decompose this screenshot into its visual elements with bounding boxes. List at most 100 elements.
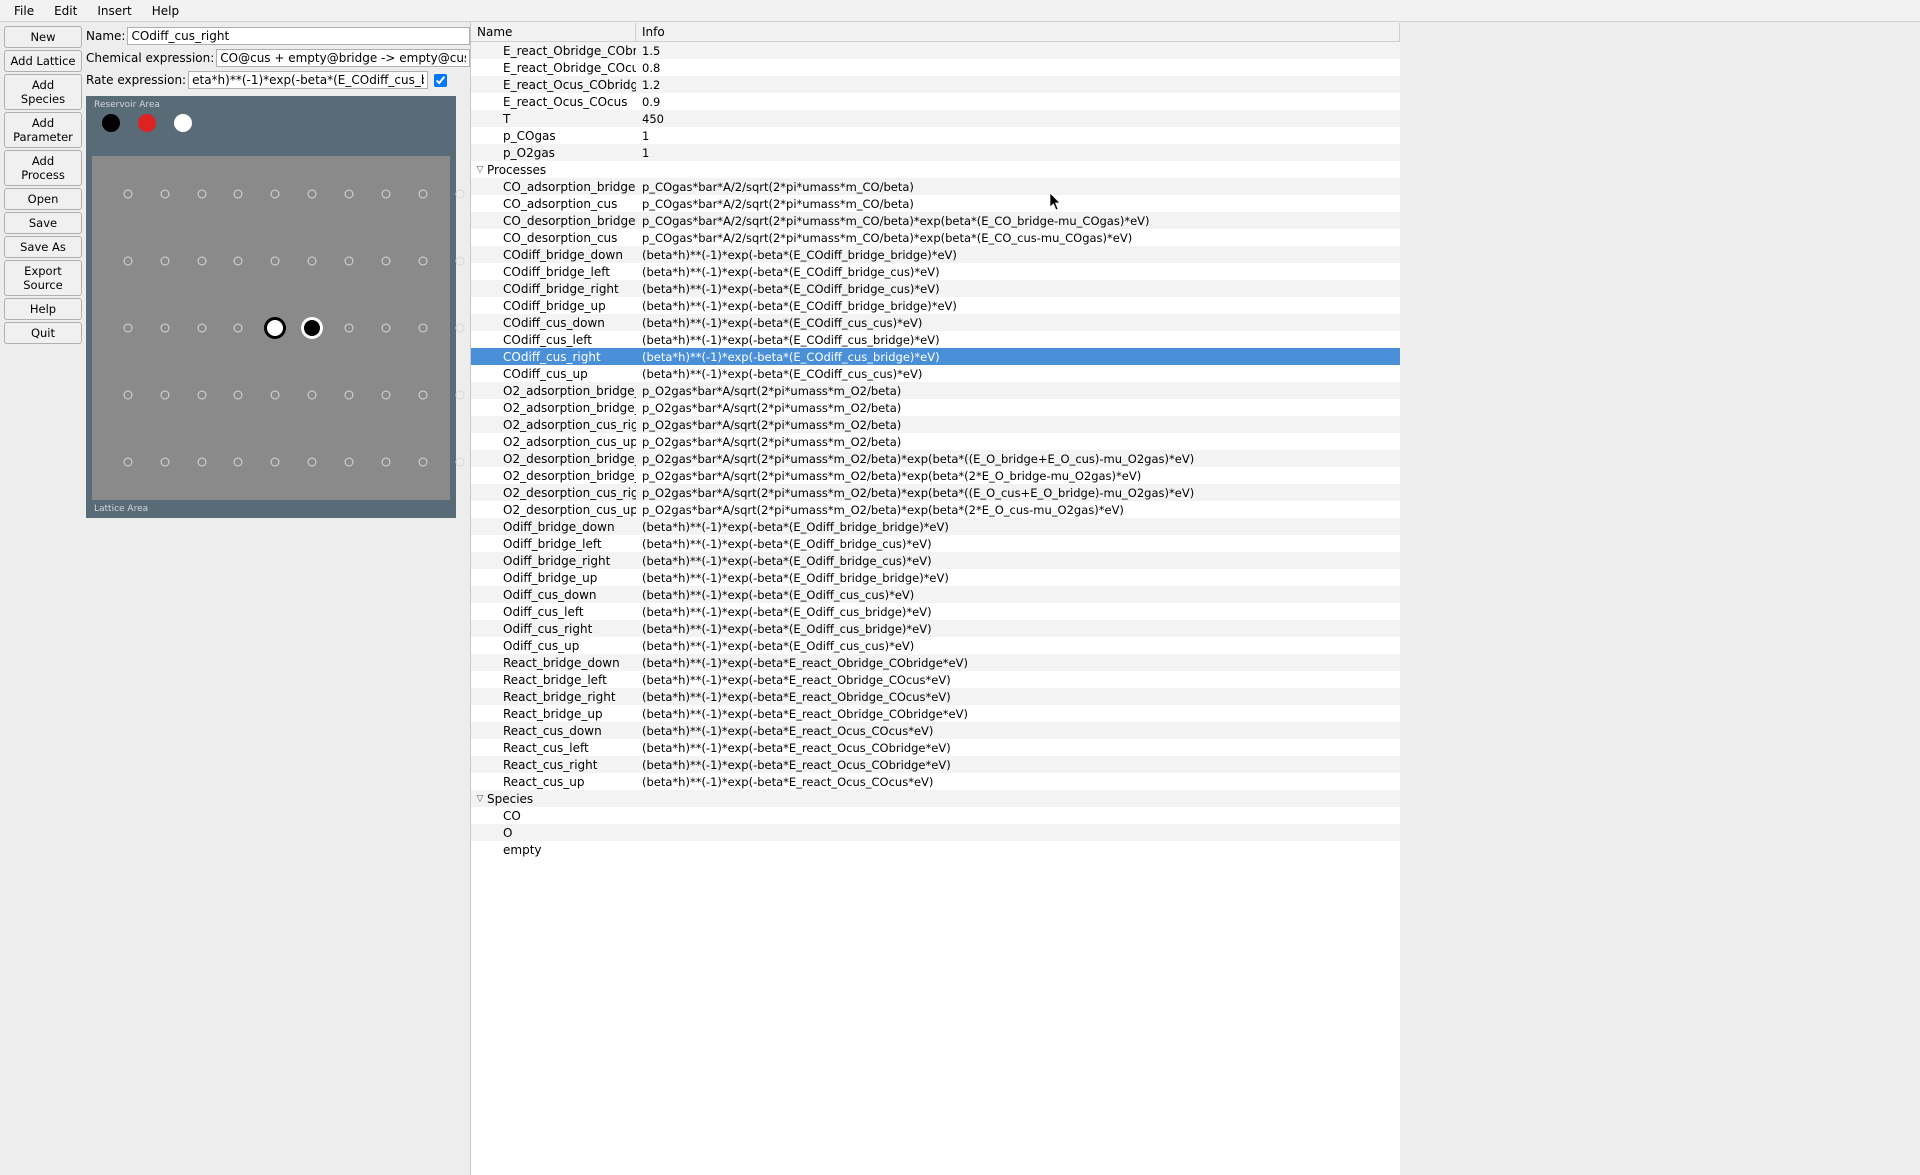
lattice-site[interactable] bbox=[308, 189, 317, 198]
lattice-site[interactable] bbox=[271, 391, 280, 400]
tree-row[interactable]: COdiff_bridge_right(beta*h)**(-1)*exp(-b… bbox=[471, 280, 1400, 297]
lattice-site[interactable] bbox=[271, 256, 280, 265]
lattice-site[interactable] bbox=[123, 324, 132, 333]
tree-row[interactable]: COdiff_cus_up(beta*h)**(-1)*exp(-beta*(E… bbox=[471, 365, 1400, 382]
species-dot-black[interactable] bbox=[102, 114, 120, 132]
tree-row[interactable]: COdiff_bridge_up(beta*h)**(-1)*exp(-beta… bbox=[471, 297, 1400, 314]
lattice-site[interactable] bbox=[455, 324, 464, 333]
tree-row[interactable]: E_react_Ocus_CObridge1.2 bbox=[471, 76, 1400, 93]
lattice-site[interactable] bbox=[197, 458, 206, 467]
lattice-site[interactable] bbox=[345, 458, 354, 467]
lattice-site[interactable] bbox=[197, 324, 206, 333]
quit-button[interactable]: Quit bbox=[4, 322, 82, 344]
tree-row[interactable]: p_COgas1 bbox=[471, 127, 1400, 144]
tree-row[interactable]: empty bbox=[471, 841, 1400, 858]
lattice-site[interactable] bbox=[123, 458, 132, 467]
lattice-site[interactable] bbox=[197, 189, 206, 198]
lattice-site[interactable] bbox=[197, 256, 206, 265]
tree-row[interactable]: COdiff_cus_right(beta*h)**(-1)*exp(-beta… bbox=[471, 348, 1400, 365]
lattice-site[interactable] bbox=[234, 391, 243, 400]
save-button[interactable]: Save bbox=[4, 212, 82, 234]
save-as-button[interactable]: Save As bbox=[4, 236, 82, 258]
tree-row[interactable]: O2_adsorption_cus_upp_O2gas*bar*A/sqrt(2… bbox=[471, 433, 1400, 450]
rate-expression-checkbox[interactable] bbox=[434, 74, 447, 87]
tree-row[interactable]: O2_desorption_cus_upp_O2gas*bar*A/sqrt(2… bbox=[471, 501, 1400, 518]
lattice-site[interactable] bbox=[160, 256, 169, 265]
tree-row[interactable]: React_bridge_right(beta*h)**(-1)*exp(-be… bbox=[471, 688, 1400, 705]
lattice-site[interactable] bbox=[345, 256, 354, 265]
lattice-site[interactable] bbox=[345, 324, 354, 333]
tree-category[interactable]: ▽Species bbox=[471, 790, 1400, 807]
lattice-site[interactable] bbox=[197, 391, 206, 400]
lattice-site[interactable] bbox=[418, 324, 427, 333]
tree-row[interactable]: E_react_Obridge_COcus0.8 bbox=[471, 59, 1400, 76]
tree-row[interactable]: E_react_Obridge_CObridge1.5 bbox=[471, 42, 1400, 59]
lattice-site[interactable] bbox=[418, 458, 427, 467]
tree-row[interactable]: CO bbox=[471, 807, 1400, 824]
lattice-site[interactable] bbox=[455, 458, 464, 467]
tree-row[interactable]: O2_desorption_bridge_rightp_O2gas*bar*A/… bbox=[471, 450, 1400, 467]
tree-row[interactable]: T450 bbox=[471, 110, 1400, 127]
lattice-site[interactable] bbox=[381, 391, 390, 400]
lattice-site[interactable] bbox=[308, 256, 317, 265]
lattice-site[interactable] bbox=[308, 391, 317, 400]
add-species-button[interactable]: Add Species bbox=[4, 74, 82, 110]
tree-row[interactable]: Odiff_bridge_up(beta*h)**(-1)*exp(-beta*… bbox=[471, 569, 1400, 586]
rate-expression-input[interactable] bbox=[188, 71, 428, 89]
tree-row[interactable]: Odiff_cus_left(beta*h)**(-1)*exp(-beta*(… bbox=[471, 603, 1400, 620]
tree-row[interactable]: Odiff_bridge_right(beta*h)**(-1)*exp(-be… bbox=[471, 552, 1400, 569]
tree-row[interactable]: E_react_Ocus_COcus0.9 bbox=[471, 93, 1400, 110]
tree-row[interactable]: O2_adsorption_bridge_rightp_O2gas*bar*A/… bbox=[471, 382, 1400, 399]
tree-row[interactable]: COdiff_bridge_left(beta*h)**(-1)*exp(-be… bbox=[471, 263, 1400, 280]
lattice-site[interactable] bbox=[455, 189, 464, 198]
tree-row[interactable]: p_O2gas1 bbox=[471, 144, 1400, 161]
add-process-button[interactable]: Add Process bbox=[4, 150, 82, 186]
lattice-site[interactable] bbox=[160, 324, 169, 333]
tree-row[interactable]: React_cus_down(beta*h)**(-1)*exp(-beta*E… bbox=[471, 722, 1400, 739]
tree-row[interactable]: CO_desorption_cusp_COgas*bar*A/2/sqrt(2*… bbox=[471, 229, 1400, 246]
tree-row[interactable]: Odiff_cus_right(beta*h)**(-1)*exp(-beta*… bbox=[471, 620, 1400, 637]
tree-row[interactable]: CO_desorption_bridgep_COgas*bar*A/2/sqrt… bbox=[471, 212, 1400, 229]
chemical-expression-input[interactable] bbox=[216, 49, 470, 67]
tree-row[interactable]: Odiff_cus_down(beta*h)**(-1)*exp(-beta*(… bbox=[471, 586, 1400, 603]
add-lattice-button[interactable]: Add Lattice bbox=[4, 50, 82, 72]
lattice-site[interactable] bbox=[234, 256, 243, 265]
lattice-site[interactable] bbox=[123, 391, 132, 400]
lattice-site[interactable] bbox=[345, 189, 354, 198]
lattice-grid[interactable] bbox=[92, 156, 450, 500]
menu-edit[interactable]: Edit bbox=[44, 2, 87, 20]
tree-row[interactable]: React_cus_left(beta*h)**(-1)*exp(-beta*E… bbox=[471, 739, 1400, 756]
tree-row[interactable]: CO_adsorption_cusp_COgas*bar*A/2/sqrt(2*… bbox=[471, 195, 1400, 212]
help-button[interactable]: Help bbox=[4, 298, 82, 320]
lattice-site[interactable] bbox=[345, 391, 354, 400]
tree-row[interactable]: React_bridge_down(beta*h)**(-1)*exp(-bet… bbox=[471, 654, 1400, 671]
lattice-site[interactable] bbox=[234, 189, 243, 198]
menu-help[interactable]: Help bbox=[142, 2, 189, 20]
lattice-site[interactable] bbox=[418, 256, 427, 265]
tree-row[interactable]: React_bridge_up(beta*h)**(-1)*exp(-beta*… bbox=[471, 705, 1400, 722]
tree-row[interactable]: React_cus_up(beta*h)**(-1)*exp(-beta*E_r… bbox=[471, 773, 1400, 790]
lattice-site[interactable] bbox=[234, 324, 243, 333]
lattice-site[interactable] bbox=[123, 256, 132, 265]
site-hollow[interactable] bbox=[301, 317, 323, 339]
tree-category[interactable]: ▽Processes bbox=[471, 161, 1400, 178]
lattice-site[interactable] bbox=[271, 189, 280, 198]
lattice-site[interactable] bbox=[308, 458, 317, 467]
tree-row[interactable]: O2_desorption_bridge_upp_O2gas*bar*A/sqr… bbox=[471, 467, 1400, 484]
tree-row[interactable]: Odiff_cus_up(beta*h)**(-1)*exp(-beta*(E_… bbox=[471, 637, 1400, 654]
lattice-site[interactable] bbox=[123, 189, 132, 198]
tree-row[interactable]: CO_adsorption_bridgep_COgas*bar*A/2/sqrt… bbox=[471, 178, 1400, 195]
tree-body[interactable]: E_react_Obridge_CObridge1.5E_react_Obrid… bbox=[471, 42, 1400, 1175]
tree-row[interactable]: React_bridge_left(beta*h)**(-1)*exp(-bet… bbox=[471, 671, 1400, 688]
tree-row[interactable]: COdiff_cus_down(beta*h)**(-1)*exp(-beta*… bbox=[471, 314, 1400, 331]
tree-header-info[interactable]: Info bbox=[636, 23, 1400, 41]
tree-row[interactable]: O2_adsorption_cus_rightp_O2gas*bar*A/sqr… bbox=[471, 416, 1400, 433]
lattice-site[interactable] bbox=[381, 324, 390, 333]
tree-row[interactable]: COdiff_cus_left(beta*h)**(-1)*exp(-beta*… bbox=[471, 331, 1400, 348]
tree-row[interactable]: Odiff_bridge_down(beta*h)**(-1)*exp(-bet… bbox=[471, 518, 1400, 535]
new-button[interactable]: New bbox=[4, 26, 82, 48]
species-dot-white[interactable] bbox=[174, 114, 192, 132]
lattice-site[interactable] bbox=[381, 189, 390, 198]
lattice-site[interactable] bbox=[271, 458, 280, 467]
site-filled[interactable] bbox=[264, 317, 286, 339]
